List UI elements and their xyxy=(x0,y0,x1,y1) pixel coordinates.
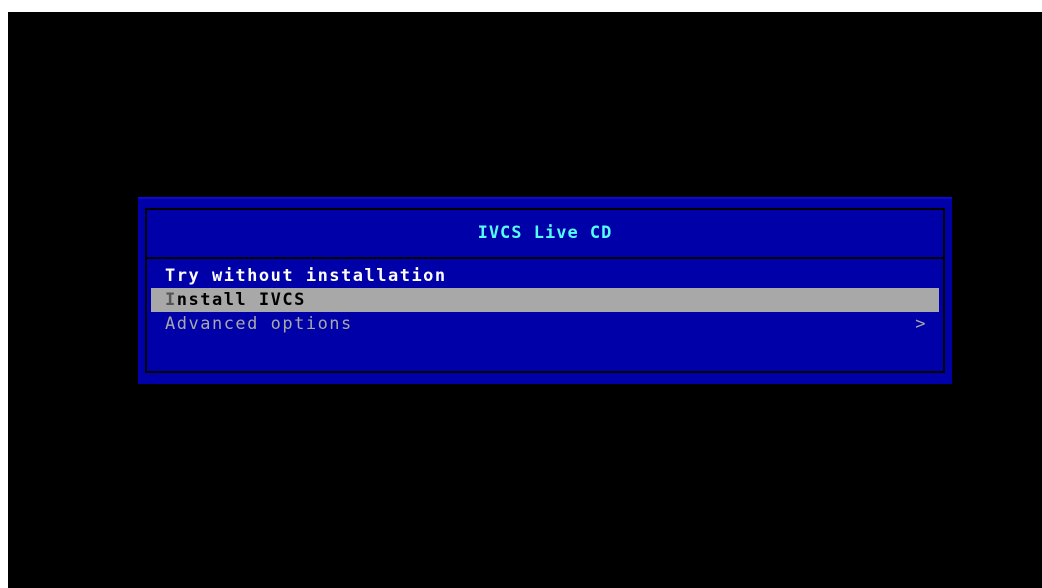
boot-screen: IVCS Live CD Try without installation In… xyxy=(8,12,1042,588)
boot-menu: IVCS Live CD Try without installation In… xyxy=(138,197,952,384)
menu-title: IVCS Live CD xyxy=(477,223,613,243)
boot-menu-border: IVCS Live CD Try without installation In… xyxy=(145,208,945,373)
menu-item-label: dvanced options xyxy=(176,314,353,334)
hotkey-letter: I xyxy=(165,290,177,310)
menu-list: Try without installation Install IVCS Ad… xyxy=(151,264,939,336)
menu-item-advanced-options[interactable]: Advanced options > xyxy=(151,312,939,336)
menu-item-label: nstall IVCS xyxy=(176,290,306,310)
hotkey-letter: T xyxy=(165,266,177,286)
hotkey-letter: A xyxy=(165,314,177,334)
menu-item-try-without-installation[interactable]: Try without installation xyxy=(151,264,939,288)
menu-item-label: ry without installation xyxy=(176,266,447,286)
title-divider xyxy=(147,257,943,259)
submenu-arrow-icon: > xyxy=(915,314,927,334)
menu-item-install[interactable]: Install IVCS xyxy=(151,288,939,312)
